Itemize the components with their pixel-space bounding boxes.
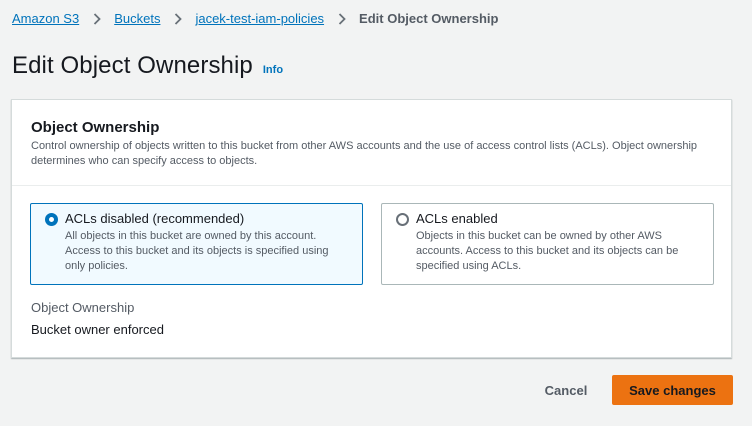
panel-header: Object Ownership Control ownership of ob… — [12, 100, 731, 186]
object-ownership-panel: Object Ownership Control ownership of ob… — [11, 99, 732, 358]
page-header: Edit Object Ownership Info — [12, 52, 283, 80]
option-title: ACLs disabled (recommended) — [65, 211, 245, 226]
option-description: All objects in this bucket are owned by … — [65, 229, 350, 274]
chevron-right-icon — [93, 12, 101, 25]
option-acls-disabled[interactable]: ACLs disabled (recommended) All objects … — [30, 203, 363, 285]
save-changes-button[interactable]: Save changes — [612, 375, 733, 405]
radio-acls-enabled[interactable] — [396, 213, 409, 226]
breadcrumb-amazon-s3[interactable]: Amazon S3 — [12, 11, 79, 26]
option-description: Objects in this bucket can be owned by o… — [416, 229, 701, 274]
panel-heading: Object Ownership — [31, 119, 160, 136]
option-description-line: All objects in this bucket are owned by … — [65, 230, 317, 242]
cancel-button[interactable]: Cancel — [530, 376, 602, 405]
option-acls-enabled[interactable]: ACLs enabled Objects in this bucket can … — [381, 203, 714, 285]
page-title: Edit Object Ownership — [12, 52, 253, 79]
option-title: ACLs enabled — [416, 211, 498, 226]
chevron-right-icon — [338, 12, 346, 25]
option-description-line: only policies. — [65, 260, 128, 272]
option-description-line: Objects in this bucket can be owned by o… — [416, 230, 663, 242]
option-description-line: Access to this bucket and its objects is… — [65, 245, 329, 257]
option-description-line: accounts. Access to this bucket and its … — [416, 245, 679, 257]
breadcrumb: Amazon S3 Buckets jacek-test-iam-policie… — [12, 11, 498, 26]
object-ownership-label: Object Ownership — [31, 300, 135, 315]
breadcrumb-buckets[interactable]: Buckets — [114, 11, 160, 26]
option-description-line: specified using ACLs. — [416, 260, 522, 272]
chevron-right-icon — [174, 12, 183, 25]
info-link[interactable]: Info — [263, 64, 283, 76]
breadcrumb-current: Edit Object Ownership — [359, 11, 499, 26]
panel-description-line-1: Control ownership of objects written to … — [31, 140, 698, 152]
breadcrumb-bucket-name[interactable]: jacek-test-iam-policies — [195, 11, 324, 26]
panel-description-line-2: determines who can specify access to obj… — [31, 155, 258, 167]
object-ownership-value: Bucket owner enforced — [31, 322, 164, 337]
radio-acls-disabled[interactable] — [45, 213, 58, 226]
panel-description: Control ownership of objects written to … — [31, 139, 712, 169]
